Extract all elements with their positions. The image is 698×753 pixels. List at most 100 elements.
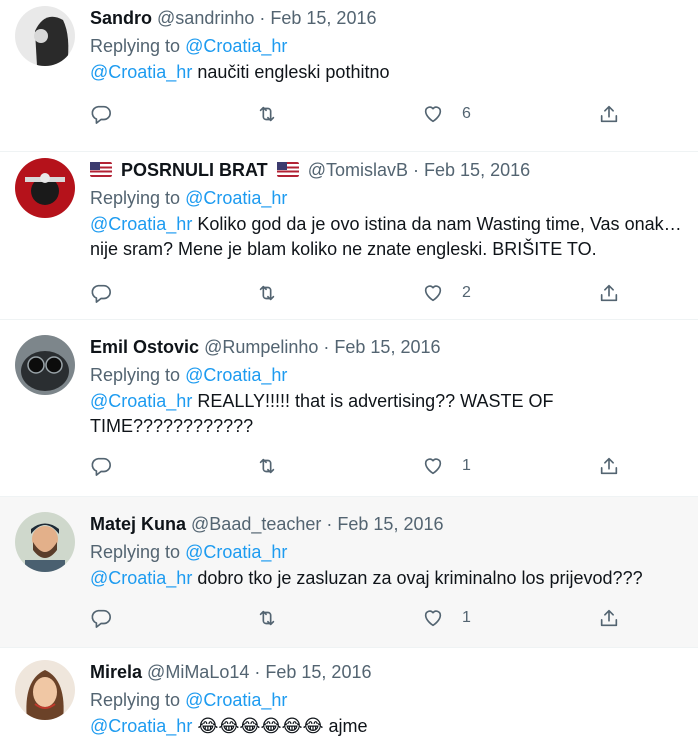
- replying-to-link[interactable]: @Croatia_hr: [185, 36, 287, 56]
- retweet-icon: [259, 285, 275, 301]
- user-handle[interactable]: @Rumpelinho: [204, 337, 318, 357]
- share-button[interactable]: [598, 607, 620, 629]
- avatar[interactable]: [15, 660, 75, 720]
- action-bar: 1: [90, 606, 692, 630]
- like-button[interactable]: 2: [422, 282, 471, 304]
- like-count: 2: [462, 284, 471, 301]
- tweet-text: @Croatia_hr 😂😂😂😂😂😂 ajme: [90, 714, 692, 739]
- tweet-header: Sandro @sandrinho · Feb 15, 2016: [90, 7, 692, 29]
- user-handle[interactable]: @Baad_teacher: [191, 514, 321, 534]
- share-icon: [600, 284, 618, 302]
- mention-link[interactable]: @Croatia_hr: [90, 391, 192, 411]
- mention-link[interactable]: @Croatia_hr: [90, 62, 192, 82]
- action-bar: 2: [90, 281, 692, 305]
- mention-link[interactable]: @Croatia_hr: [90, 568, 192, 588]
- reply-feed: Sandro @sandrinho · Feb 15, 2016 Replyin…: [0, 0, 698, 753]
- tweet-text: @Croatia_hr Koliko god da je ovo istina …: [90, 212, 692, 262]
- tweet-text: @Croatia_hr dobro tko je zasluzan za ova…: [90, 566, 692, 591]
- like-button[interactable]: 1: [422, 607, 471, 629]
- reply-icon: [91, 609, 111, 628]
- replying-to: Replying to @Croatia_hr: [90, 187, 692, 209]
- tweet-body: dobro tko je zasluzan za ovaj kriminalno…: [197, 568, 643, 588]
- tweet[interactable]: Sandro @sandrinho · Feb 15, 2016 Replyin…: [0, 0, 698, 152]
- tweet-header: Emil Ostovic @Rumpelinho · Feb 15, 2016: [90, 336, 692, 358]
- tweet[interactable]: Emil Ostovic @Rumpelinho · Feb 15, 2016 …: [0, 320, 698, 497]
- tweet-date[interactable]: Feb 15, 2016: [337, 514, 443, 534]
- user-handle[interactable]: @MiMaLo14: [147, 662, 249, 682]
- share-button[interactable]: [598, 103, 620, 125]
- display-name[interactable]: Emil Ostovic: [90, 337, 199, 357]
- replying-to-link[interactable]: @Croatia_hr: [185, 542, 287, 562]
- share-icon: [600, 105, 618, 123]
- separator-dot: ·: [326, 514, 338, 534]
- mention-link[interactable]: @Croatia_hr: [90, 716, 192, 736]
- like-count: 6: [462, 105, 471, 122]
- display-name[interactable]: POSRNULI BRAT: [121, 160, 268, 180]
- us-flag-icon: [90, 162, 112, 177]
- reply-icon: [91, 105, 111, 124]
- avatar[interactable]: [15, 335, 75, 395]
- separator-dot: ·: [259, 8, 271, 28]
- tweet-header: Mirela @MiMaLo14 · Feb 15, 2016: [90, 661, 692, 683]
- replying-label: Replying to: [90, 36, 181, 56]
- heart-icon: [424, 285, 442, 302]
- tweet-date[interactable]: Feb 15, 2016: [424, 160, 530, 180]
- tweet-text: @Croatia_hr naučiti engleski pothitno: [90, 60, 692, 85]
- like-count: 1: [462, 457, 471, 474]
- share-button[interactable]: [598, 282, 620, 304]
- tweet-header: POSRNULI BRAT @TomislavB · Feb 15, 2016: [90, 159, 692, 181]
- mention-link[interactable]: @Croatia_hr: [90, 214, 192, 234]
- display-name[interactable]: Mirela: [90, 662, 142, 682]
- action-bar: 6: [90, 102, 692, 126]
- replying-to: Replying to @Croatia_hr: [90, 541, 692, 563]
- tweet-date[interactable]: Feb 15, 2016: [270, 8, 376, 28]
- avatar[interactable]: [15, 6, 75, 66]
- replying-to-link[interactable]: @Croatia_hr: [185, 365, 287, 385]
- tweet-date[interactable]: Feb 15, 2016: [265, 662, 371, 682]
- retweet-icon: [259, 106, 275, 122]
- tweet-body: 😂😂😂😂😂😂 ajme: [197, 716, 368, 736]
- reply-button[interactable]: [90, 455, 112, 477]
- tweet[interactable]: Mirela @MiMaLo14 · Feb 15, 2016 Replying…: [0, 648, 698, 753]
- tweet[interactable]: POSRNULI BRAT @TomislavB · Feb 15, 2016 …: [0, 152, 698, 320]
- avatar[interactable]: [15, 512, 75, 572]
- replying-label: Replying to: [90, 690, 181, 710]
- tweet-header: Matej Kuna @Baad_teacher · Feb 15, 2016: [90, 513, 692, 535]
- retweet-button[interactable]: [256, 282, 278, 304]
- reply-button[interactable]: [90, 607, 112, 629]
- separator-dot: ·: [323, 337, 335, 357]
- like-button[interactable]: 1: [422, 455, 471, 477]
- user-handle[interactable]: @TomislavB: [308, 160, 408, 180]
- user-handle[interactable]: @sandrinho: [157, 8, 254, 28]
- share-button[interactable]: [598, 455, 620, 477]
- separator-dot: ·: [413, 160, 425, 180]
- tweet-text: @Croatia_hr REALLY!!!!! that is advertis…: [90, 389, 570, 439]
- retweet-icon: [259, 610, 275, 626]
- replying-label: Replying to: [90, 542, 181, 562]
- tweet[interactable]: Matej Kuna @Baad_teacher · Feb 15, 2016 …: [0, 497, 698, 648]
- retweet-button[interactable]: [256, 607, 278, 629]
- share-icon: [600, 609, 618, 627]
- reply-button[interactable]: [90, 282, 112, 304]
- like-button[interactable]: 6: [422, 103, 471, 125]
- reply-icon: [91, 457, 111, 476]
- separator-dot: ·: [254, 662, 266, 682]
- replying-to-link[interactable]: @Croatia_hr: [185, 690, 287, 710]
- replying-to-link[interactable]: @Croatia_hr: [185, 188, 287, 208]
- tweet-date[interactable]: Feb 15, 2016: [334, 337, 440, 357]
- display-name[interactable]: Matej Kuna: [90, 514, 186, 534]
- reply-icon: [91, 284, 111, 303]
- like-count: 1: [462, 609, 471, 626]
- heart-icon: [424, 458, 442, 475]
- us-flag-icon: [276, 162, 299, 177]
- replying-label: Replying to: [90, 365, 181, 385]
- action-bar: 1: [90, 454, 692, 478]
- display-name[interactable]: Sandro: [90, 8, 152, 28]
- retweet-button[interactable]: [256, 455, 278, 477]
- tweet-body: naučiti engleski pothitno: [197, 62, 390, 82]
- retweet-button[interactable]: [256, 103, 278, 125]
- reply-button[interactable]: [90, 103, 112, 125]
- replying-to: Replying to @Croatia_hr: [90, 364, 692, 386]
- avatar[interactable]: [15, 158, 75, 218]
- retweet-icon: [259, 458, 275, 474]
